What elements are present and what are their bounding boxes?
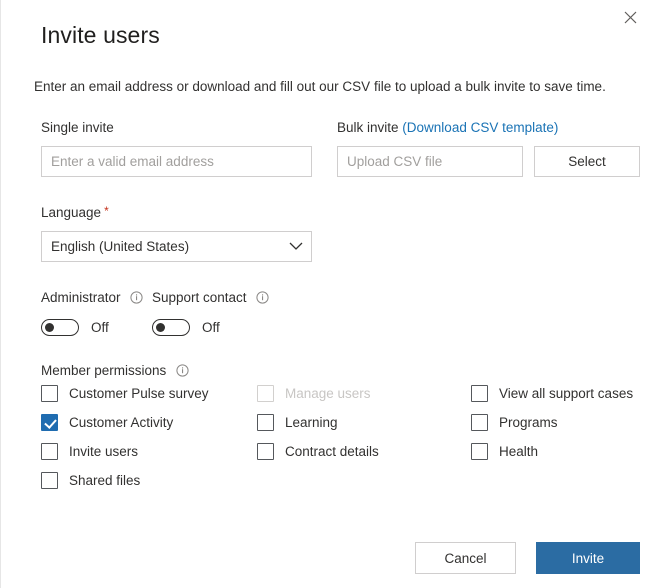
support-contact-toggle-row: Off xyxy=(152,319,220,336)
permission-label: Invite users xyxy=(69,444,139,459)
administrator-toggle[interactable] xyxy=(41,319,79,336)
bulk-invite-label-text: Bulk invite xyxy=(337,120,399,135)
language-select[interactable]: English (United States) xyxy=(41,231,312,262)
administrator-toggle-row: Off xyxy=(41,319,109,336)
permission-label: Programs xyxy=(499,415,558,430)
permission-label: Customer Pulse survey xyxy=(69,386,209,401)
invite-button[interactable]: Invite xyxy=(536,542,640,574)
permission-checkbox-item: Manage users xyxy=(257,385,371,402)
checkbox-checked-icon[interactable] xyxy=(41,414,58,431)
single-invite-label: Single invite xyxy=(41,120,114,135)
language-label: Language * xyxy=(41,205,109,221)
checkbox-icon[interactable] xyxy=(471,385,488,402)
support-contact-toggle-state: Off xyxy=(202,320,220,335)
info-icon[interactable] xyxy=(130,291,143,308)
support-contact-toggle[interactable] xyxy=(152,319,190,336)
administrator-toggle-state: Off xyxy=(91,320,109,335)
cancel-button[interactable]: Cancel xyxy=(415,542,516,574)
checkbox-icon[interactable] xyxy=(41,443,58,460)
checkbox-icon[interactable] xyxy=(257,414,274,431)
permission-label: Learning xyxy=(285,415,338,430)
language-label-text: Language xyxy=(41,205,102,220)
checkbox-icon xyxy=(257,385,274,402)
permission-checkbox-item[interactable]: Programs xyxy=(471,414,558,431)
required-marker: * xyxy=(104,204,109,218)
bulk-invite-input[interactable] xyxy=(337,146,523,177)
toggle-knob xyxy=(45,323,54,332)
permission-label: Health xyxy=(499,444,539,459)
permission-checkbox-item[interactable]: Invite users xyxy=(41,443,138,460)
checkbox-icon[interactable] xyxy=(41,385,58,402)
close-icon[interactable] xyxy=(615,3,645,31)
permission-checkbox-item[interactable]: View all support cases xyxy=(471,385,633,402)
support-contact-label: Support contact xyxy=(152,290,269,308)
permission-checkbox-item[interactable]: Learning xyxy=(257,414,338,431)
download-csv-template-link[interactable]: (Download CSV template) xyxy=(402,120,558,135)
permission-checkbox-item[interactable]: Customer Activity xyxy=(41,414,173,431)
member-permissions-label-text: Member permissions xyxy=(41,363,167,378)
permission-checkbox-item[interactable]: Customer Pulse survey xyxy=(41,385,209,402)
checkbox-icon[interactable] xyxy=(41,472,58,489)
permission-label: View all support cases xyxy=(499,386,634,401)
permission-checkbox-item[interactable]: Shared files xyxy=(41,472,140,489)
permission-checkbox-item[interactable]: Contract details xyxy=(257,443,379,460)
checkbox-icon[interactable] xyxy=(257,443,274,460)
checkbox-icon[interactable] xyxy=(471,443,488,460)
dialog-subtitle: Enter an email address or download and f… xyxy=(34,79,606,94)
info-icon[interactable] xyxy=(176,364,189,381)
permission-label: Shared files xyxy=(69,473,141,488)
permission-label: Customer Activity xyxy=(69,415,174,430)
permission-checkbox-item[interactable]: Health xyxy=(471,443,538,460)
page-title: Invite users xyxy=(41,22,160,48)
select-file-button[interactable]: Select xyxy=(534,146,640,177)
info-icon[interactable] xyxy=(256,291,269,308)
chevron-down-icon xyxy=(281,242,311,251)
administrator-label: Administrator xyxy=(41,290,143,308)
member-permissions-label: Member permissions xyxy=(41,363,189,381)
invite-users-dialog: Invite users Enter an email address or d… xyxy=(0,0,655,588)
language-selected-value: English (United States) xyxy=(51,239,190,254)
toggle-knob xyxy=(156,323,165,332)
administrator-label-text: Administrator xyxy=(41,290,121,305)
permission-label: Manage users xyxy=(285,386,371,401)
bulk-invite-label: Bulk invite (Download CSV template) xyxy=(337,120,558,136)
single-invite-input[interactable] xyxy=(41,146,312,177)
support-contact-label-text: Support contact xyxy=(152,290,247,305)
checkbox-icon[interactable] xyxy=(471,414,488,431)
permission-label: Contract details xyxy=(285,444,379,459)
